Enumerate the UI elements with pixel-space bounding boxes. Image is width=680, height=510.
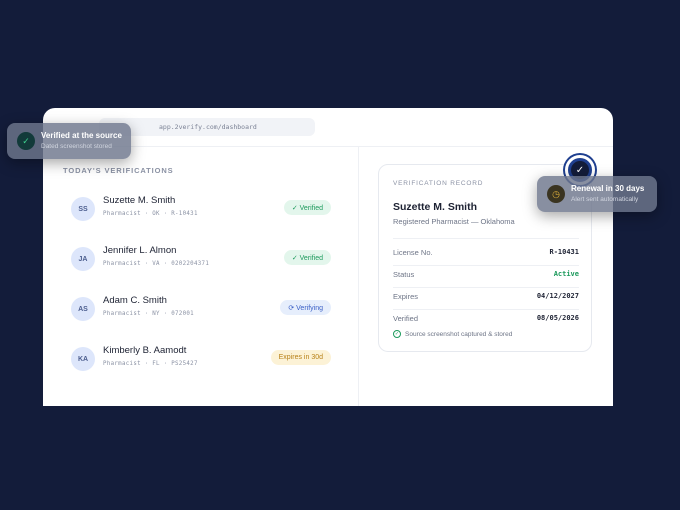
field-value: Active xyxy=(553,270,579,278)
toast-subtitle: Dated screenshot stored xyxy=(41,143,112,150)
record-name: Suzette M. Smith xyxy=(393,201,478,213)
person-meta: Pharmacist · VA · 0202204371 xyxy=(103,261,210,267)
person-name: Adam C. Smith xyxy=(103,295,167,306)
person-meta: Pharmacist · OK · R-10431 xyxy=(103,211,198,217)
status-badge: Expires in 30d xyxy=(270,350,331,365)
card-divider xyxy=(393,309,579,310)
url-text: app.2verify.com/dashboard xyxy=(159,123,257,131)
list-item[interactable]: SS Suzette M. Smith Pharmacist · OK · R-… xyxy=(63,191,333,231)
panel-divider xyxy=(358,146,359,406)
footer-text: Source screenshot captured & stored xyxy=(405,330,513,338)
toast-renewal: ◷ Renewal in 30 days Alert sent automati… xyxy=(537,176,657,212)
toast-title: Renewal in 30 days xyxy=(571,184,645,193)
verifications-panel: TODAY'S VERIFICATIONS SS Suzette M. Smit… xyxy=(43,147,358,406)
check-icon: ✓ xyxy=(17,132,35,150)
card-divider xyxy=(393,265,579,266)
field-value: 04/12/2027 xyxy=(536,292,579,300)
person-name: Jennifer L. Almon xyxy=(103,245,177,256)
clock-icon: ◷ xyxy=(547,185,565,203)
person-meta: Pharmacist · NY · 072001 xyxy=(103,311,194,317)
avatar: SS xyxy=(71,197,95,221)
field-label: License No. xyxy=(393,248,433,257)
list-item[interactable]: AS Adam C. Smith Pharmacist · NY · 07200… xyxy=(63,291,333,331)
list-item[interactable]: JA Jennifer L. Almon Pharmacist · VA · 0… xyxy=(63,241,333,281)
avatar: JA xyxy=(71,247,95,271)
field-license: License No. R-10431 xyxy=(393,248,579,262)
card-footer: ✓ Source screenshot captured & stored xyxy=(393,330,512,338)
card-divider xyxy=(393,287,579,288)
toast-verified-at-source: ✓ Verified at the source Dated screensho… xyxy=(7,123,131,159)
field-label: Status xyxy=(393,270,415,279)
record-subtitle: Registered Pharmacist — Oklahoma xyxy=(393,217,515,226)
status-badge: ✓ Verified xyxy=(283,200,331,215)
field-verified: Verified 08/05/2026 xyxy=(393,314,579,328)
avatar: KA xyxy=(71,347,95,371)
person-name: Suzette M. Smith xyxy=(103,195,176,206)
section-title: TODAY'S VERIFICATIONS xyxy=(63,166,174,175)
field-expires: Expires 04/12/2027 xyxy=(393,292,579,306)
check-circle-icon: ✓ xyxy=(393,330,401,338)
field-status: Status Active xyxy=(393,270,579,284)
card-divider xyxy=(393,238,579,239)
toast-title: Verified at the source xyxy=(41,131,122,140)
status-badge: ✓ Verified xyxy=(283,250,331,265)
field-value: 08/05/2026 xyxy=(536,314,579,322)
field-label: Expires xyxy=(393,292,419,301)
person-meta: Pharmacist · FL · PS25427 xyxy=(103,361,198,367)
field-value: R-10431 xyxy=(549,248,579,256)
url-bar[interactable]: app.2verify.com/dashboard xyxy=(99,118,315,136)
list-item[interactable]: KA Kimberly B. Aamodt Pharmacist · FL · … xyxy=(63,341,333,381)
avatar: AS xyxy=(71,297,95,321)
field-label: Verified xyxy=(393,314,419,323)
card-label: VERIFICATION RECORD xyxy=(393,180,484,187)
toast-subtitle: Alert sent automatically xyxy=(571,196,639,203)
person-name: Kimberly B. Aamodt xyxy=(103,345,187,356)
status-badge: ⟳ Verifying xyxy=(280,300,331,315)
